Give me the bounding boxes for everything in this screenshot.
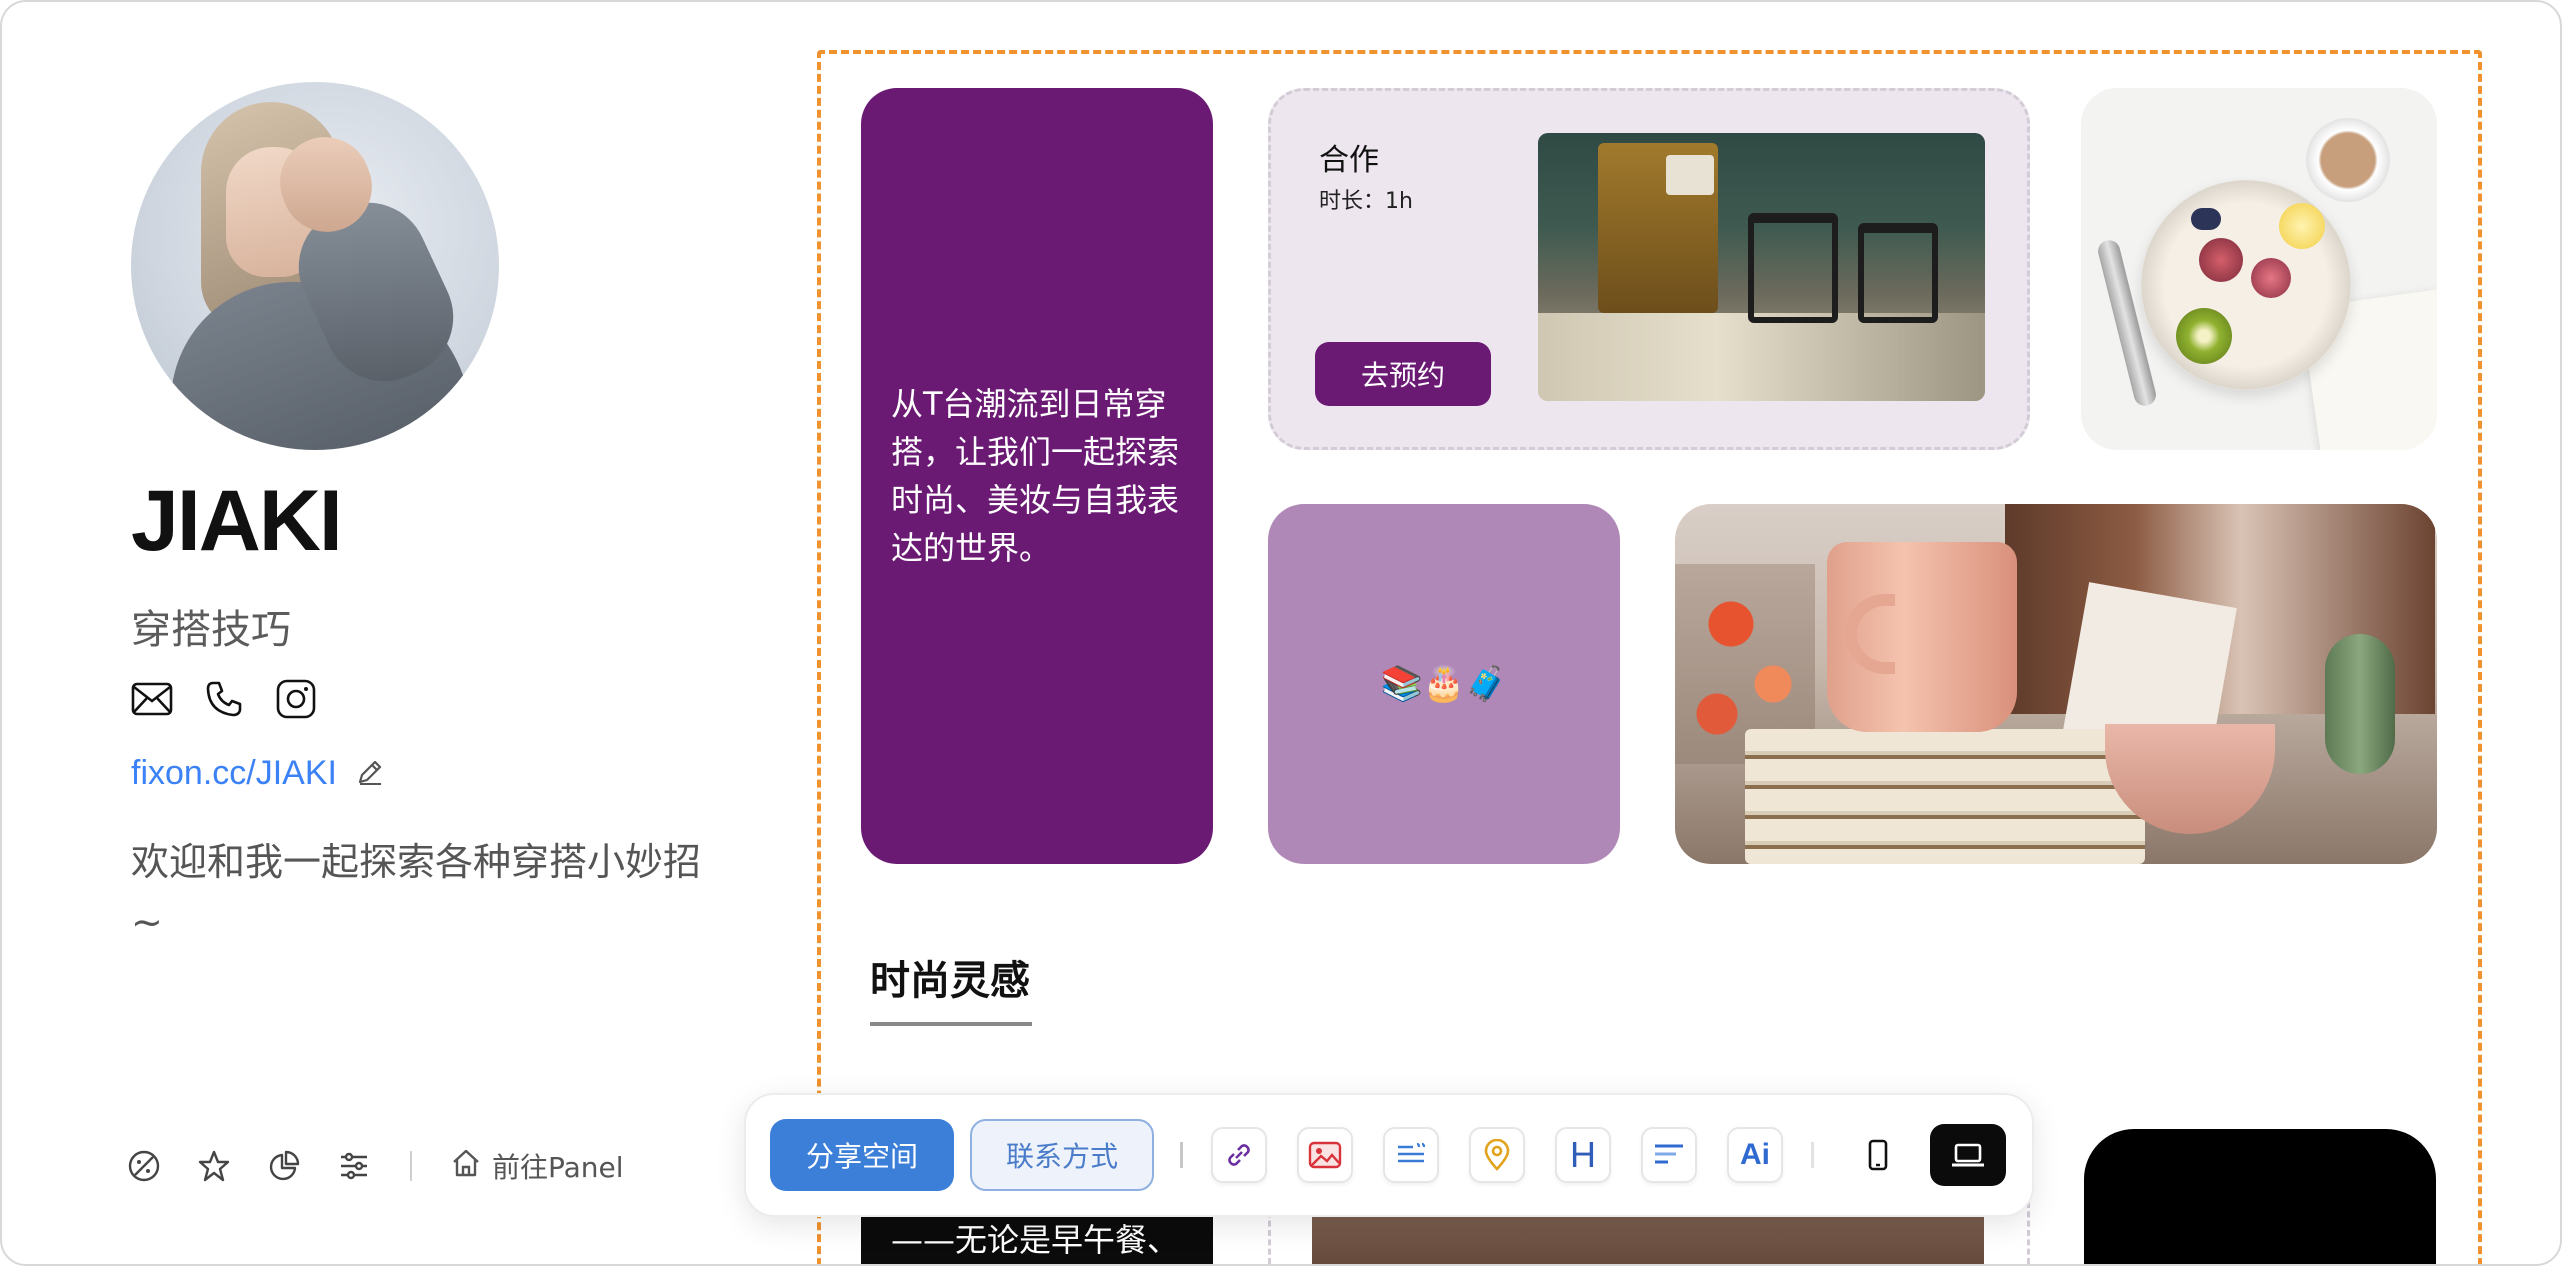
contact-button[interactable]: 联系方式	[970, 1119, 1154, 1191]
emoji-row: 📚🎂🧳	[1380, 664, 1508, 704]
desktop-icon[interactable]	[1930, 1124, 2006, 1186]
tool-group: H Ai	[1211, 1127, 1783, 1183]
profile-link[interactable]: fixon.cc/JIAKI	[131, 754, 337, 793]
share-space-button[interactable]: 分享空间	[770, 1119, 954, 1191]
breakfast-photo-card[interactable]	[2081, 88, 2437, 450]
intro-card[interactable]: 从T台潮流到日常穿搭，让我们一起探索时尚、美妆与自我表达的世界。	[861, 88, 1213, 864]
book-button[interactable]: 去预约	[1315, 342, 1491, 406]
phone-icon[interactable]	[203, 678, 245, 720]
avatar[interactable]	[131, 82, 499, 450]
coop-duration: 时长：1h	[1319, 189, 1413, 214]
cooperation-card[interactable]: 合作 时长：1h 去预约	[1268, 88, 2030, 450]
profile-tagline[interactable]: 穿搭技巧	[131, 597, 291, 655]
mobile-icon[interactable]	[1840, 1124, 1916, 1186]
emoji-card[interactable]: 📚🎂🧳	[1268, 504, 1620, 864]
pie-chart-icon[interactable]	[266, 1148, 302, 1184]
profile-name[interactable]: JIAKI	[131, 472, 343, 571]
instagram-icon[interactable]	[275, 678, 317, 720]
contact-icons	[131, 678, 317, 720]
divider	[410, 1151, 412, 1181]
section-underline	[870, 1022, 1032, 1026]
profile-bio[interactable]: 欢迎和我一起探索各种穿搭小妙招~	[131, 832, 721, 952]
peek-text: ——无论是早午餐、	[891, 1221, 1180, 1259]
intro-text: 从T台潮流到日常穿搭，让我们一起探索时尚、美妆与自我表达的世界。	[891, 385, 1180, 567]
profile-link-row: fixon.cc/JIAKI	[131, 754, 385, 793]
editor-toolbar: 分享空间 联系方式 H Ai	[744, 1093, 2034, 1217]
coop-title: 合作	[1319, 143, 1379, 178]
peek-black-card[interactable]	[2084, 1129, 2436, 1264]
home-icon	[450, 1147, 482, 1186]
peek-photo-card[interactable]	[1312, 1217, 1984, 1264]
cafe-photo	[1538, 133, 1985, 401]
location-icon[interactable]	[1469, 1127, 1525, 1183]
image-icon[interactable]	[1297, 1127, 1353, 1183]
toolbar-divider-2	[1811, 1142, 1814, 1168]
section-icon[interactable]	[1641, 1127, 1697, 1183]
mug-photo-card[interactable]	[1675, 504, 2437, 864]
section-title[interactable]: 时尚灵感	[870, 948, 1030, 1006]
heading-icon[interactable]: H	[1555, 1127, 1611, 1183]
palette-icon[interactable]	[126, 1148, 162, 1184]
bottom-actions: 前往Panel	[126, 1146, 624, 1186]
app-frame: JIAKI 穿搭技巧 fixon.cc/JIAKI 欢迎和我一起探索各种穿搭小妙…	[0, 0, 2562, 1266]
panel-link[interactable]: 前往Panel	[450, 1146, 624, 1186]
ai-icon[interactable]: Ai	[1727, 1127, 1783, 1183]
edit-icon[interactable]	[355, 757, 385, 791]
sliders-icon[interactable]	[336, 1148, 372, 1184]
star-icon[interactable]	[196, 1148, 232, 1184]
link-icon[interactable]	[1211, 1127, 1267, 1183]
text-icon[interactable]	[1383, 1127, 1439, 1183]
panel-link-label: 前往Panel	[492, 1151, 624, 1184]
mail-icon[interactable]	[131, 678, 173, 720]
toolbar-divider	[1180, 1142, 1183, 1168]
